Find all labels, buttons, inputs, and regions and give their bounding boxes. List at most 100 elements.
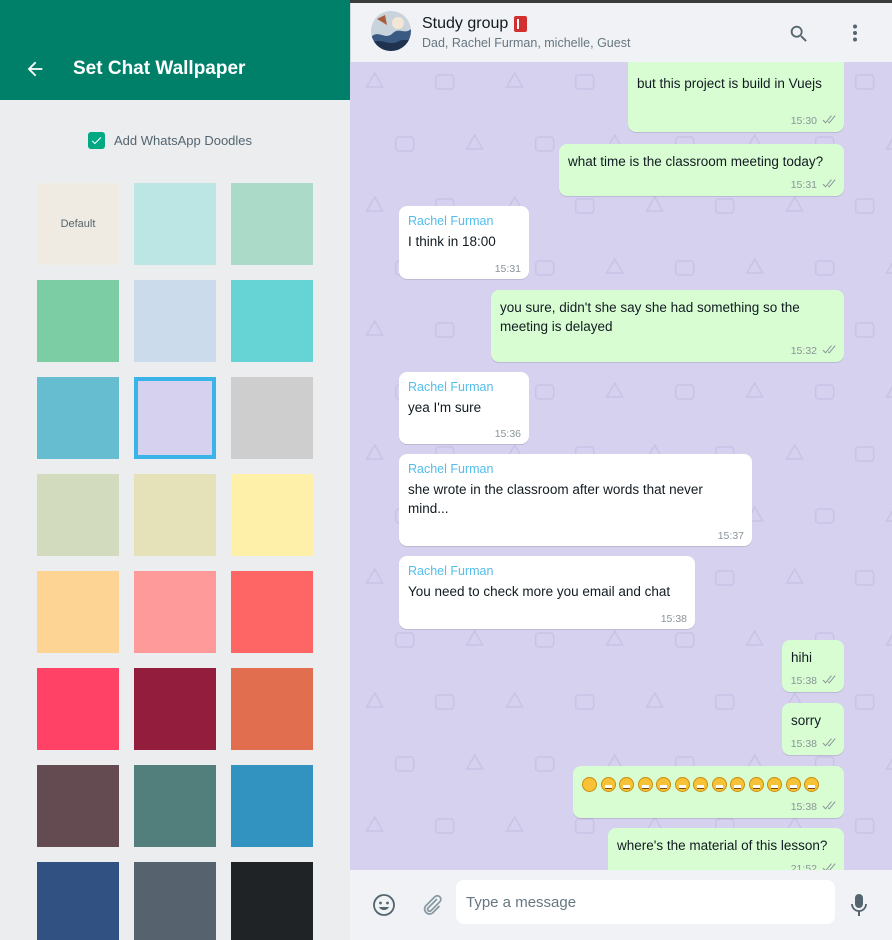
back-arrow-icon[interactable] xyxy=(24,58,46,80)
wallpaper-swatch[interactable] xyxy=(37,765,119,847)
menu-icon[interactable] xyxy=(845,23,865,43)
message-list[interactable]: but this project is build in Vuejs 15:30 w… xyxy=(350,62,892,870)
grin-emoji-icon xyxy=(804,776,819,792)
message-text: she wrote in the classroom after words t… xyxy=(408,482,703,516)
chat-title-text: Study group xyxy=(422,15,509,32)
message-time-text: 15:31 xyxy=(494,263,521,275)
checkbox-icon[interactable] xyxy=(88,132,105,149)
sender-name[interactable]: Rachel Furman xyxy=(408,462,743,476)
wallpaper-panel-header: Set Chat Wallpaper xyxy=(0,0,350,100)
mic-icon[interactable] xyxy=(847,892,871,918)
emoji-icon[interactable] xyxy=(372,893,396,917)
message-time-text: 15:37 xyxy=(717,530,744,542)
wallpaper-swatch[interactable] xyxy=(231,280,313,362)
wallpaper-swatch[interactable] xyxy=(134,571,216,653)
outgoing-message[interactable]: 15:38 xyxy=(573,766,844,818)
wallpaper-swatch[interactable] xyxy=(231,765,313,847)
incoming-message[interactable]: Rachel Furman I think in 18:00 15:31 xyxy=(399,206,529,279)
sender-name[interactable]: Rachel Furman xyxy=(408,564,686,578)
doodle-toggle[interactable]: Add WhatsApp Doodles xyxy=(88,132,252,149)
grin-emoji-icon xyxy=(785,776,801,792)
message-time: 15:38 xyxy=(791,800,836,814)
sender-name[interactable]: Rachel Furman xyxy=(408,380,520,394)
composer xyxy=(350,870,892,940)
wallpaper-swatch[interactable] xyxy=(37,571,119,653)
message-time: 15:31 xyxy=(495,263,521,275)
wallpaper-swatch[interactable] xyxy=(134,862,216,940)
message-text: You need to check more you email and cha… xyxy=(408,584,671,599)
group-avatar[interactable] xyxy=(371,11,411,51)
wallpaper-swatch[interactable] xyxy=(134,377,216,459)
chat-participants: Dad, Rachel Furman, michelle, Guest xyxy=(422,36,631,50)
outgoing-message[interactable]: where's the material of this lesson? 21:5… xyxy=(608,828,844,870)
message-time-text: 15:38 xyxy=(660,613,687,625)
wallpaper-swatch[interactable] xyxy=(134,183,216,265)
wallpaper-swatch[interactable] xyxy=(231,668,313,750)
message-text: where's the material of this lesson? xyxy=(617,838,828,853)
wallpaper-swatch[interactable] xyxy=(231,571,313,653)
message-text: what time is the classroom meeting today… xyxy=(568,154,824,169)
wallpaper-swatch[interactable] xyxy=(37,280,119,362)
wallpaper-swatch[interactable] xyxy=(231,183,313,265)
grin-emoji-icon xyxy=(600,776,616,792)
swatch-label: Default xyxy=(60,218,96,230)
message-text: hihi xyxy=(791,650,813,665)
double-check-icon xyxy=(820,800,836,814)
wallpaper-swatch[interactable] xyxy=(231,862,313,940)
incoming-message[interactable]: Rachel Furman she wrote in the classroom … xyxy=(399,454,752,546)
book-icon xyxy=(514,16,528,32)
grin-emoji-icon xyxy=(711,776,727,792)
message-text: yea I'm sure xyxy=(408,400,482,415)
wallpaper-swatch[interactable] xyxy=(134,668,216,750)
grin-emoji-icon xyxy=(582,776,597,792)
grin-emoji-icon xyxy=(637,776,653,792)
message-time-text: 15:32 xyxy=(790,345,817,357)
panel-title: Set Chat Wallpaper xyxy=(73,58,246,79)
outgoing-message[interactable]: sorry 15:38 xyxy=(782,703,844,755)
sender-name[interactable]: Rachel Furman xyxy=(408,214,520,228)
outgoing-message[interactable]: hihi 15:38 xyxy=(782,640,844,692)
message-text: but this project is build in Vuejs xyxy=(637,76,822,91)
incoming-message[interactable]: Rachel Furman You need to check more you … xyxy=(399,556,695,629)
chat-header[interactable]: Study group Dad, Rachel Furman, michelle… xyxy=(350,3,892,62)
message-time-text: 15:38 xyxy=(790,801,817,813)
double-check-icon xyxy=(820,178,836,192)
message-time: 15:36 xyxy=(495,428,521,440)
wallpaper-swatch[interactable]: Default xyxy=(37,183,119,265)
message-emoji-row xyxy=(582,774,835,793)
message-time: 15:38 xyxy=(791,737,836,751)
wallpaper-swatch[interactable] xyxy=(37,668,119,750)
outgoing-message[interactable]: you sure, didn't she say she had somethi… xyxy=(491,290,844,362)
wallpaper-swatch[interactable] xyxy=(37,377,119,459)
wallpaper-swatch[interactable] xyxy=(231,377,313,459)
message-time-text: 15:36 xyxy=(494,428,521,440)
message-input[interactable] xyxy=(456,880,835,924)
wallpaper-swatch[interactable] xyxy=(231,474,313,556)
grin-emoji-icon xyxy=(730,776,745,792)
search-icon[interactable] xyxy=(788,23,810,45)
wallpaper-panel: Set Chat Wallpaper Add WhatsApp Doodles … xyxy=(0,0,350,940)
grin-emoji-icon xyxy=(619,776,634,792)
outgoing-message[interactable]: what time is the classroom meeting today… xyxy=(559,144,844,196)
grin-emoji-icon xyxy=(767,776,782,792)
double-check-icon xyxy=(820,674,836,688)
outgoing-message[interactable]: but this project is build in Vuejs 15:30 xyxy=(628,62,844,132)
message-time-text: 15:31 xyxy=(790,179,817,191)
incoming-message[interactable]: Rachel Furman yea I'm sure 15:36 xyxy=(399,372,529,444)
message-time-text: 21:52 xyxy=(790,863,817,870)
wallpaper-swatch[interactable] xyxy=(134,765,216,847)
message-time: 15:32 xyxy=(791,344,836,358)
doodle-label: Add WhatsApp Doodles xyxy=(114,133,253,148)
message-text: sorry xyxy=(791,713,821,728)
message-text: I think in 18:00 xyxy=(408,234,496,249)
wallpaper-swatch[interactable] xyxy=(37,474,119,556)
wallpaper-swatch[interactable] xyxy=(134,474,216,556)
wallpaper-swatch[interactable] xyxy=(37,862,119,940)
double-check-icon xyxy=(820,737,836,751)
message-time: 15:38 xyxy=(661,613,687,625)
message-time: 15:37 xyxy=(718,530,744,542)
message-time-text: 15:30 xyxy=(790,115,817,127)
wallpaper-swatch[interactable] xyxy=(134,280,216,362)
grin-emoji-icon xyxy=(748,776,764,792)
attach-icon[interactable] xyxy=(420,893,444,917)
